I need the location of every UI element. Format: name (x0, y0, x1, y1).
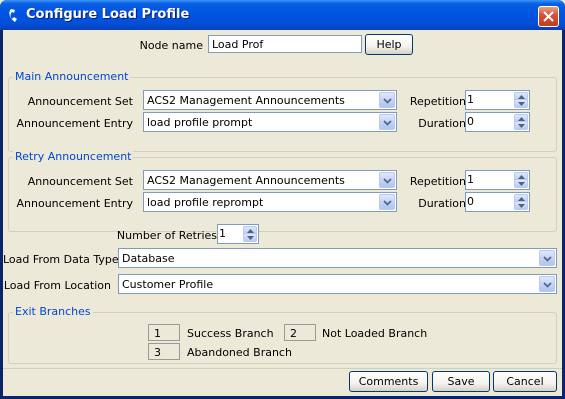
chevron-down-icon[interactable] (539, 276, 555, 292)
spin-down-icon[interactable] (514, 201, 528, 210)
chevron-down-icon[interactable] (539, 250, 555, 266)
retry-duration-spinner[interactable]: 0 (465, 192, 530, 212)
main-announcement-set-select[interactable]: ACS2 Management Announcements (143, 90, 397, 110)
data-type-label: Load From Data Type (3, 253, 119, 266)
retry-announcement-set-select[interactable]: ACS2 Management Announcements (143, 170, 397, 190)
data-type-select[interactable]: Database (118, 248, 557, 268)
retry-duration-value: 0 (467, 195, 474, 208)
main-entry-label: Announcement Entry (16, 117, 134, 130)
help-button[interactable]: Help (365, 34, 413, 55)
location-label: Load From Location (3, 279, 111, 292)
main-repetition-label: Repetition (409, 95, 466, 108)
main-announcement-title: Main Announcement (13, 70, 131, 83)
dialog-body: Node name Load Prof Help Main Announceme… (3, 30, 562, 396)
main-repetition-value: 1 (467, 93, 474, 106)
title-bar[interactable]: Configure Load Profile (0, 0, 565, 30)
window-title: Configure Load Profile (26, 7, 190, 22)
node-name-input[interactable]: Load Prof (208, 35, 362, 53)
branch-label-success: Success Branch (187, 327, 274, 340)
main-set-label: Announcement Set (27, 95, 133, 108)
chevron-down-icon[interactable] (379, 92, 395, 108)
retry-repetition-spinner[interactable]: 1 (465, 170, 530, 190)
retry-repetition-value: 1 (467, 173, 474, 186)
close-button[interactable] (538, 6, 559, 27)
retry-set-label: Announcement Set (27, 175, 133, 188)
main-set-value: ACS2 Management Announcements (147, 94, 345, 107)
retries-value: 1 (219, 227, 226, 240)
spin-down-icon[interactable] (514, 121, 528, 130)
branch-number: 1 (148, 324, 180, 341)
retry-set-value: ACS2 Management Announcements (147, 174, 345, 187)
retry-announcement-title: Retry Announcement (13, 150, 134, 163)
retry-entry-label: Announcement Entry (16, 197, 134, 210)
comments-button[interactable]: Comments (349, 371, 428, 392)
retry-entry-value: load profile reprompt (147, 196, 264, 209)
branch-label-abandoned: Abandoned Branch (187, 346, 292, 359)
retries-label: Number of Retries (116, 229, 217, 242)
branch-label-not-loaded: Not Loaded Branch (322, 327, 428, 340)
spin-down-icon[interactable] (243, 233, 257, 242)
main-repetition-spinner[interactable]: 1 (465, 90, 530, 110)
retry-repetition-label: Repetition (409, 175, 466, 188)
location-select[interactable]: Customer Profile (118, 274, 557, 294)
main-entry-value: load profile prompt (147, 116, 253, 129)
spin-down-icon[interactable] (514, 179, 528, 188)
save-button[interactable]: Save (432, 371, 490, 392)
node-name-label: Node name (139, 39, 203, 52)
cancel-button[interactable]: Cancel (493, 371, 557, 392)
spin-down-icon[interactable] (514, 99, 528, 108)
retry-announcement-entry-select[interactable]: load profile reprompt (143, 192, 397, 212)
main-duration-label: Duration (418, 117, 466, 130)
main-duration-spinner[interactable]: 0 (465, 112, 530, 132)
footer-divider (3, 368, 562, 369)
chevron-down-icon[interactable] (379, 194, 395, 210)
chevron-down-icon[interactable] (379, 172, 395, 188)
main-duration-value: 0 (467, 115, 474, 128)
exit-branches-title: Exit Branches (13, 305, 93, 318)
dialog-window: Configure Load Profile Node name Load Pr… (0, 0, 565, 399)
location-value: Customer Profile (122, 278, 214, 291)
retries-spinner[interactable]: 1 (217, 224, 259, 244)
data-type-value: Database (122, 252, 175, 265)
close-icon (543, 11, 554, 22)
main-announcement-entry-select[interactable]: load profile prompt (143, 112, 397, 132)
phone-icon (7, 8, 22, 23)
retry-duration-label: Duration (418, 197, 466, 210)
chevron-down-icon[interactable] (379, 114, 395, 130)
branch-number: 3 (148, 343, 180, 360)
branch-number: 2 (284, 324, 316, 341)
